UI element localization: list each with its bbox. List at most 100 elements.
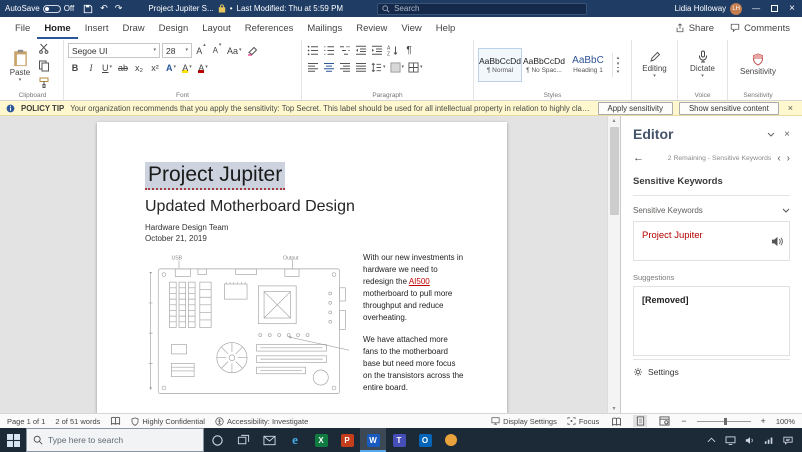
- zoom-out-icon[interactable]: −: [681, 416, 686, 426]
- share-button[interactable]: Share: [667, 17, 722, 39]
- doc-body-text[interactable]: With our new investments in hardware we …: [363, 252, 465, 402]
- comments-button[interactable]: Comments: [722, 17, 798, 39]
- minimize-button[interactable]: —: [752, 4, 760, 13]
- edge-browser-button[interactable]: e: [282, 428, 308, 452]
- copy-icon[interactable]: [37, 58, 51, 73]
- tray-display-icon[interactable]: [725, 436, 736, 445]
- flagged-keyword-text[interactable]: Project Jupiter: [642, 230, 703, 241]
- justify-icon[interactable]: [354, 60, 368, 75]
- superscript-button[interactable]: x²: [148, 60, 162, 75]
- editor-settings-link[interactable]: Settings: [633, 359, 790, 377]
- close-button[interactable]: ×: [789, 3, 795, 14]
- powerpoint-app-button[interactable]: P: [334, 428, 360, 452]
- styles-gallery-more-icon[interactable]: ▾: [617, 67, 620, 75]
- suggestion-removed[interactable]: [Removed]: [642, 295, 781, 305]
- tab-file[interactable]: File: [8, 17, 37, 39]
- paragraph-1[interactable]: With our new investments in hardware we …: [363, 252, 465, 324]
- redo-icon[interactable]: ↷: [115, 4, 123, 13]
- previous-issue-icon[interactable]: ‹: [777, 153, 780, 164]
- style-normal[interactable]: AaBbCcDd ¶ Normal: [478, 48, 522, 82]
- titlebar-search-box[interactable]: [377, 3, 587, 15]
- editing-button[interactable]: Editing ▾: [636, 41, 673, 88]
- document-vertical-scrollbar[interactable]: ▴ ▾: [607, 116, 620, 413]
- scrollbar-thumb[interactable]: [610, 127, 619, 215]
- zoom-in-icon[interactable]: +: [761, 416, 766, 426]
- tab-help[interactable]: Help: [429, 17, 463, 39]
- strikethrough-button[interactable]: ab: [116, 60, 130, 75]
- print-layout-view-icon[interactable]: [633, 415, 647, 427]
- proofing-book-icon[interactable]: [110, 416, 121, 426]
- policy-tip-close-icon[interactable]: ×: [785, 103, 796, 113]
- bullets-icon[interactable]: [306, 43, 320, 58]
- pane-options-chevron-icon[interactable]: [767, 132, 775, 137]
- show-sensitive-content-button[interactable]: Show sensitive content: [679, 102, 779, 115]
- autosave-switch[interactable]: [43, 5, 61, 13]
- dictate-button[interactable]: Dictate ▾: [682, 41, 723, 88]
- apply-sensitivity-button[interactable]: Apply sensitivity: [598, 102, 673, 115]
- tab-mailings[interactable]: Mailings: [300, 17, 349, 39]
- font-color-button[interactable]: A▾: [196, 60, 210, 75]
- read-mode-view-icon[interactable]: [609, 415, 623, 427]
- zoom-level[interactable]: 100%: [776, 417, 795, 426]
- page-indicator[interactable]: Page 1 of 1: [7, 417, 45, 426]
- next-issue-icon[interactable]: ›: [787, 153, 790, 164]
- taskbar-search-box[interactable]: [26, 428, 204, 452]
- document-page[interactable]: Project Jupiter Updated Motherboard Desi…: [97, 122, 507, 413]
- tab-review[interactable]: Review: [349, 17, 394, 39]
- back-arrow-icon[interactable]: ←: [633, 152, 644, 164]
- last-modified[interactable]: Last Modified: Thu at 5:59 PM: [237, 4, 344, 13]
- zoom-slider-thumb[interactable]: [724, 418, 727, 425]
- increase-indent-icon[interactable]: [370, 43, 384, 58]
- pane-close-icon[interactable]: ×: [784, 129, 790, 140]
- excel-app-button[interactable]: X: [308, 428, 334, 452]
- scroll-up-icon[interactable]: ▴: [612, 117, 615, 124]
- browser-app-button[interactable]: [438, 428, 464, 452]
- scroll-down-icon[interactable]: ▾: [612, 405, 615, 412]
- change-case-button[interactable]: Aa▾: [226, 43, 243, 58]
- autosave-control[interactable]: AutoSave Off: [5, 4, 74, 13]
- show-paragraph-marks-icon[interactable]: ¶: [402, 43, 416, 58]
- decrease-indent-icon[interactable]: [354, 43, 368, 58]
- focus-mode-button[interactable]: Focus: [567, 417, 599, 426]
- document-canvas[interactable]: Project Jupiter Updated Motherboard Desi…: [0, 116, 620, 413]
- avatar[interactable]: LH: [730, 3, 742, 15]
- sort-icon[interactable]: AZ: [386, 43, 400, 58]
- undo-icon[interactable]: ↶: [100, 4, 108, 13]
- word-count[interactable]: 2 of 51 words: [55, 417, 100, 426]
- borders-button[interactable]: ▾: [407, 60, 424, 75]
- tray-chevron-up-icon[interactable]: [707, 437, 716, 443]
- mail-app-button[interactable]: [256, 428, 282, 452]
- format-painter-icon[interactable]: [37, 75, 51, 90]
- motherboard-diagram[interactable]: USB Output: [145, 252, 351, 402]
- display-settings-button[interactable]: Display Settings: [491, 417, 557, 426]
- document-title[interactable]: Project Jupiter S...: [148, 4, 213, 13]
- sensitivity-status[interactable]: Highly Confidential: [131, 417, 205, 426]
- tab-references[interactable]: References: [238, 17, 301, 39]
- read-aloud-speaker-icon[interactable]: [771, 236, 783, 247]
- task-view-button[interactable]: [230, 428, 256, 452]
- clear-formatting-icon[interactable]: [245, 43, 259, 58]
- multilevel-list-icon[interactable]: [338, 43, 352, 58]
- flagged-term[interactable]: AI500: [409, 277, 430, 286]
- align-right-icon[interactable]: [338, 60, 352, 75]
- doc-heading-selected[interactable]: Project Jupiter: [145, 162, 285, 190]
- flagged-keyword-card[interactable]: Project Jupiter: [633, 221, 790, 261]
- cortana-button[interactable]: [204, 428, 230, 452]
- word-app-button[interactable]: W: [360, 428, 386, 452]
- taskbar-search-input[interactable]: [48, 435, 197, 445]
- text-effects-button[interactable]: A▾: [164, 60, 178, 75]
- teams-app-button[interactable]: T: [386, 428, 412, 452]
- highlight-button[interactable]: A▾: [180, 60, 194, 75]
- tab-home[interactable]: Home: [37, 17, 77, 39]
- web-layout-view-icon[interactable]: [657, 415, 671, 427]
- font-name-combo[interactable]: Segoe UI ▾: [68, 43, 160, 58]
- align-center-icon[interactable]: [322, 60, 336, 75]
- search-input[interactable]: [394, 4, 582, 13]
- doc-date[interactable]: October 21, 2019: [145, 234, 465, 243]
- style-no-spacing[interactable]: AaBbCcDd ¶ No Spac...: [522, 48, 566, 82]
- accessibility-status[interactable]: Accessibility: Investigate: [215, 417, 308, 426]
- align-left-icon[interactable]: [306, 60, 320, 75]
- paragraph-2[interactable]: We have attached more fans to the mother…: [363, 334, 465, 394]
- doc-byline[interactable]: Hardware Design Team: [145, 223, 465, 232]
- doc-subtitle[interactable]: Updated Motherboard Design: [145, 198, 465, 216]
